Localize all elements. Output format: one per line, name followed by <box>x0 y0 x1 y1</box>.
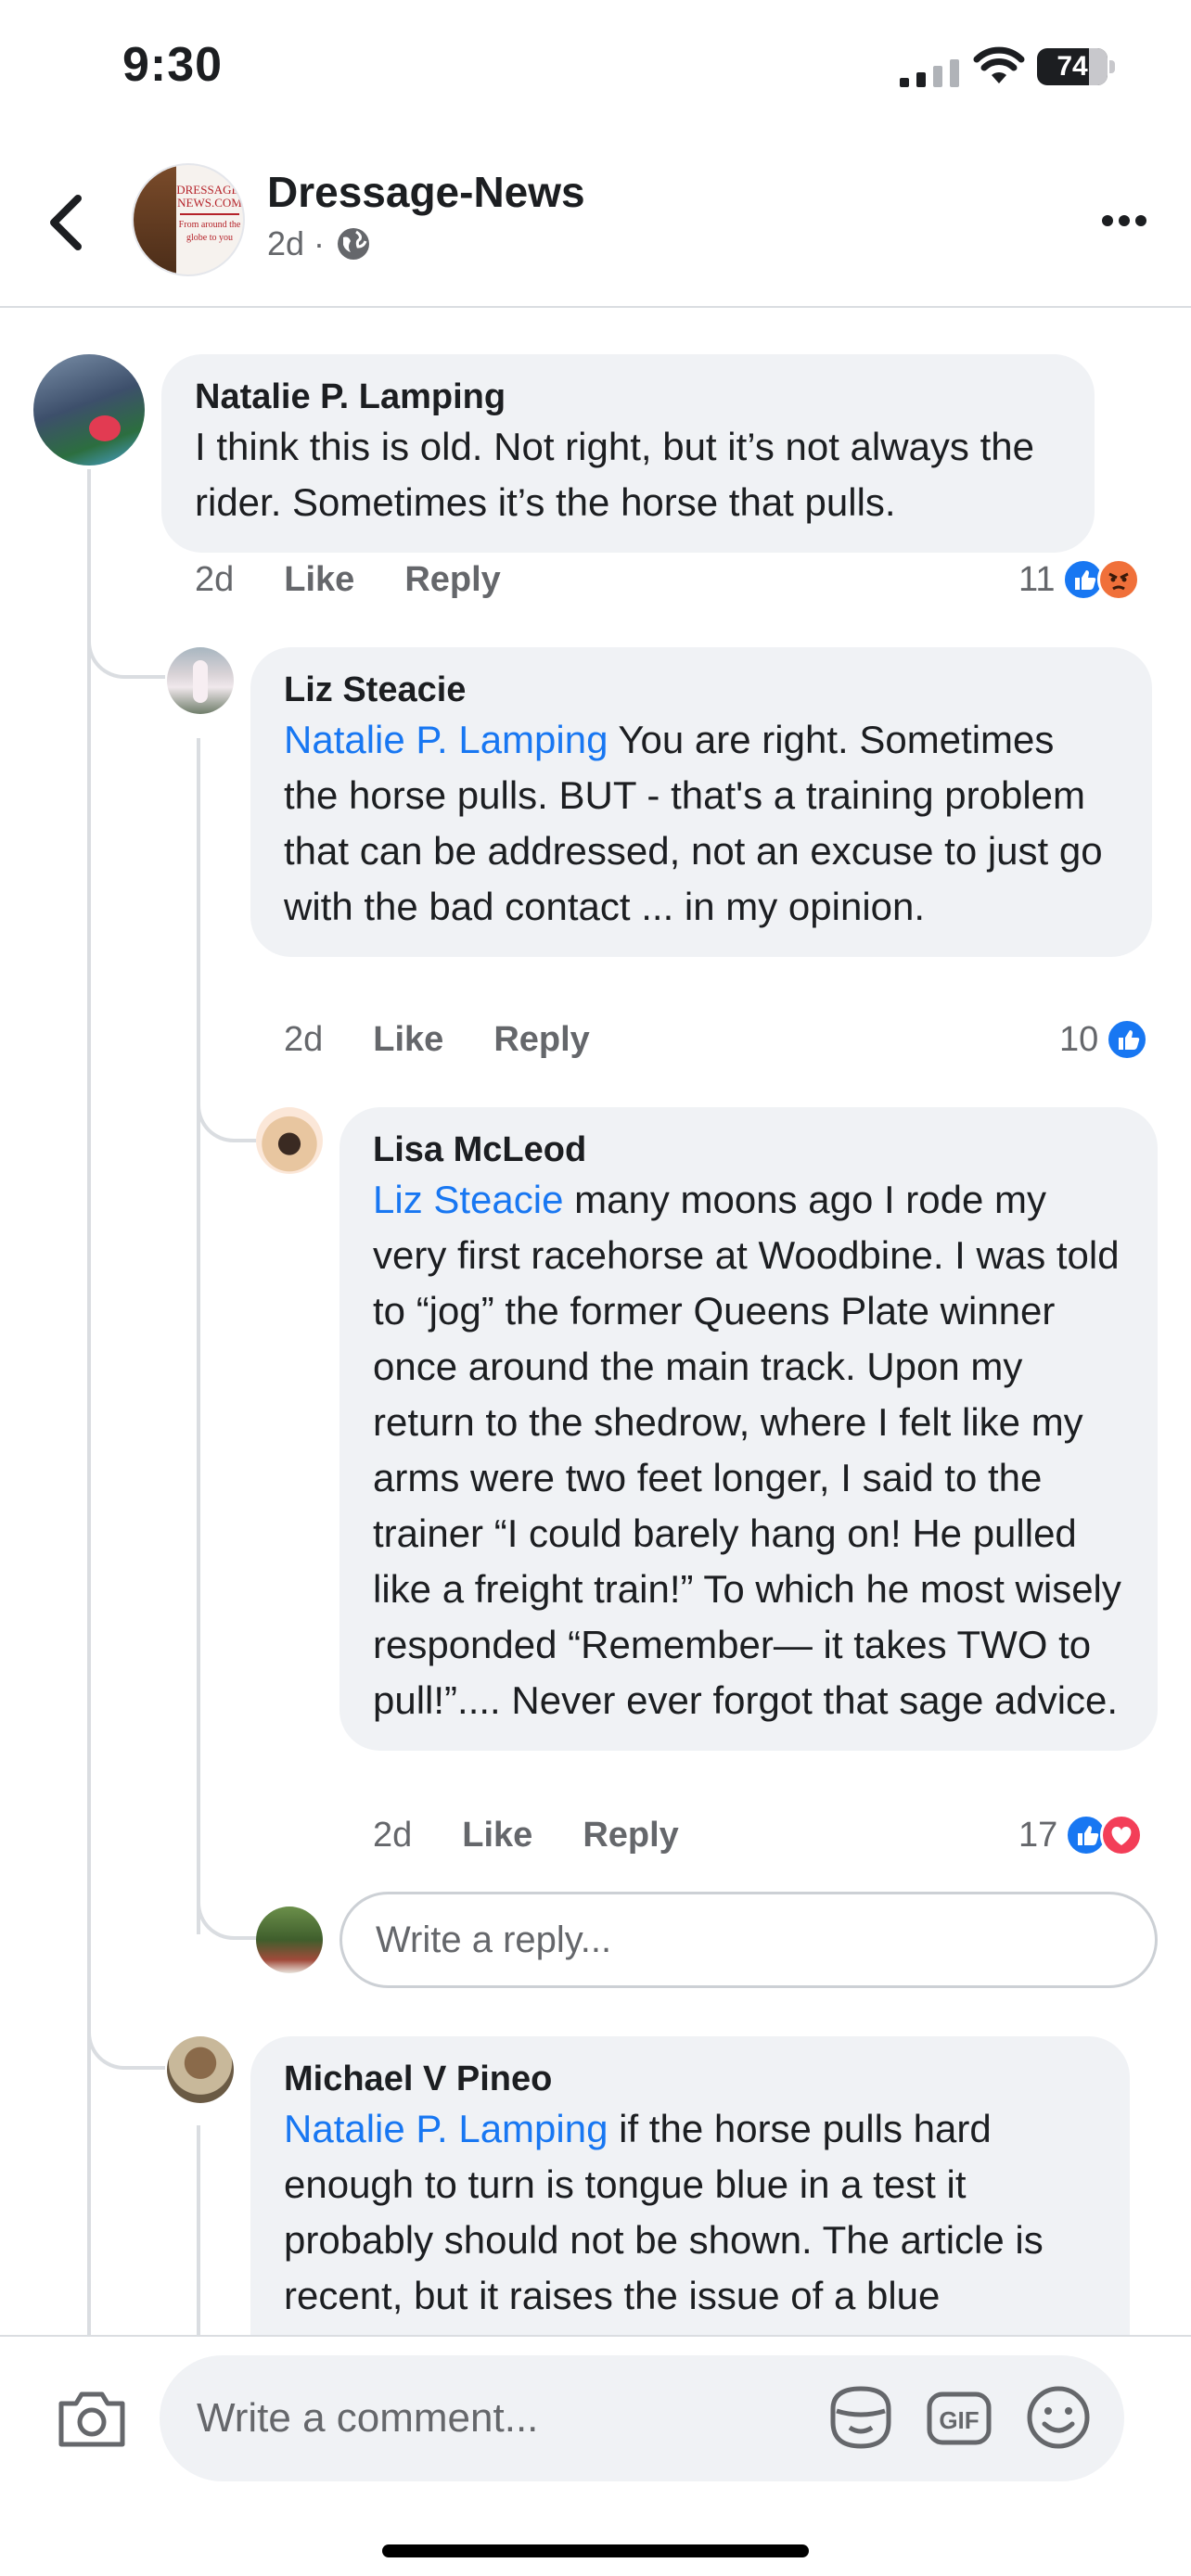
battery-icon: 74 <box>1037 48 1115 85</box>
comment-placeholder: Write a comment... <box>197 2395 539 2441</box>
reaction-summary[interactable]: 17 <box>1018 1814 1144 1856</box>
battery-level: 74 <box>1057 51 1088 82</box>
comment-body: many moons ago I rode my very first race… <box>373 1178 1121 1722</box>
comment-text: Natalie P. Lamping You are right. Someti… <box>284 712 1119 935</box>
more-options-icon[interactable] <box>1100 213 1148 228</box>
page-title[interactable]: Dressage-News <box>267 167 585 217</box>
comment-author[interactable]: Michael V Pineo <box>284 2057 1096 2101</box>
reply-input[interactable]: Write a reply... <box>339 1892 1158 1988</box>
reply-button[interactable]: Reply <box>493 1020 589 1060</box>
post-time: 2d · <box>267 224 326 262</box>
comment-text: Liz Steacie many moons ago I rode my ver… <box>373 1172 1124 1728</box>
emoji-icon[interactable] <box>1026 2385 1091 2450</box>
mention-link[interactable]: Liz Steacie <box>373 1178 563 1221</box>
post-header: DRESSAGE-NEWS.COM From around the globe … <box>0 139 1191 308</box>
thread-connector <box>197 1057 256 1142</box>
avatar[interactable] <box>33 354 145 465</box>
comment-text: I think this is old. Not right, but it’s… <box>195 425 1034 524</box>
home-indicator <box>382 2544 809 2557</box>
page-avatar[interactable]: DRESSAGE-NEWS.COM From around the globe … <box>132 163 245 276</box>
comment-author[interactable]: Liz Steacie <box>284 668 1119 712</box>
comment-actions: 2d Like Reply <box>373 1816 679 1855</box>
comment-actions: 2d Like Reply <box>284 1020 590 1060</box>
love-reaction-icon <box>1100 1814 1144 1856</box>
comment-time: 2d <box>284 1020 324 1059</box>
thread-line <box>197 2125 200 2335</box>
comment-actions: 2d Like Reply <box>195 560 501 600</box>
camera-icon[interactable] <box>56 2387 128 2450</box>
like-button[interactable]: Like <box>284 560 354 600</box>
thread-connector <box>87 1984 165 2070</box>
thread-line <box>87 469 91 2335</box>
avatar[interactable] <box>256 1107 323 1174</box>
like-button[interactable]: Like <box>373 1020 443 1060</box>
svg-text:GIF: GIF <box>939 2406 979 2434</box>
comment-author[interactable]: Natalie P. Lamping <box>195 375 1061 419</box>
comment-bubble: Liz Steacie Natalie P. Lamping You are r… <box>250 647 1152 957</box>
angry-reaction-icon <box>1097 558 1141 601</box>
comment-time: 2d <box>195 560 235 599</box>
reaction-count: 10 <box>1059 1019 1099 1059</box>
comment-bubble: Natalie P. Lamping I think this is old. … <box>161 354 1095 553</box>
reaction-count: 17 <box>1018 1815 1058 1855</box>
comment-bubble: Lisa McLeod Liz Steacie many moons ago I… <box>339 1107 1158 1751</box>
avatar[interactable] <box>167 2036 234 2103</box>
mention-link[interactable]: Natalie P. Lamping <box>284 718 608 761</box>
like-button[interactable]: Like <box>462 1816 532 1855</box>
current-user-avatar <box>256 1906 323 1973</box>
globe-icon <box>338 228 370 260</box>
cellular-signal-icon <box>900 59 959 87</box>
status-bar: 9:30 74 <box>0 0 1191 139</box>
comment-text: Natalie P. Lamping if the horse pulls ha… <box>284 2101 1096 2324</box>
back-arrow-icon[interactable] <box>45 193 89 252</box>
reaction-summary[interactable]: 10 <box>1059 1018 1149 1061</box>
page-logo-tagline: From around the globe to you <box>178 220 241 243</box>
mention-link[interactable]: Natalie P. Lamping <box>284 2107 608 2150</box>
thread-line <box>197 738 200 1934</box>
page-logo-text: DRESSAGE-NEWS.COM <box>176 183 243 210</box>
gif-icon[interactable]: GIF <box>926 2389 992 2448</box>
avatar[interactable] <box>167 647 234 714</box>
thread-connector <box>197 1855 256 1940</box>
comment-composer-bar: Write a comment... GIF <box>0 2335 1191 2576</box>
comment-input[interactable]: Write a comment... GIF <box>160 2355 1124 2481</box>
reply-button[interactable]: Reply <box>404 560 500 600</box>
reaction-count: 11 <box>1018 559 1056 599</box>
wifi-icon <box>973 46 1025 83</box>
sticker-icon[interactable] <box>826 2383 896 2454</box>
status-time: 9:30 <box>122 38 224 92</box>
thread-connector <box>87 593 165 679</box>
like-reaction-icon <box>1106 1018 1149 1061</box>
reaction-summary[interactable]: 11 <box>1018 558 1141 601</box>
post-meta: 2d · <box>267 224 371 263</box>
comment-time: 2d <box>373 1816 413 1855</box>
comment-author[interactable]: Lisa McLeod <box>373 1128 1124 1172</box>
reply-button[interactable]: Reply <box>583 1816 678 1855</box>
